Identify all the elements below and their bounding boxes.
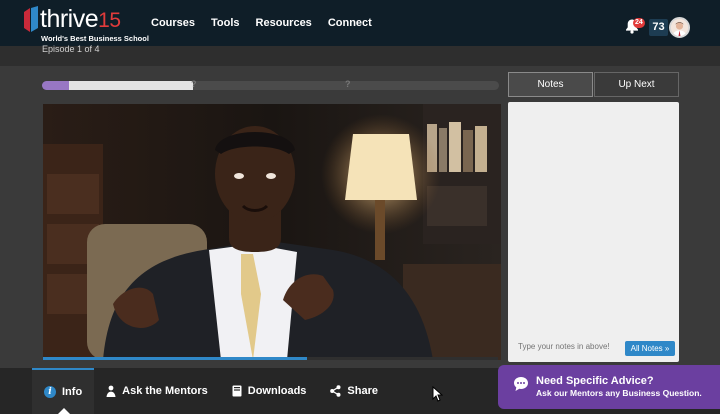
- top-navigation-bar: thrive15 World's Best Business School Co…: [0, 0, 720, 46]
- tab-up-next[interactable]: Up Next: [594, 72, 679, 97]
- active-tab-caret: [58, 408, 70, 414]
- episode-label: Episode 1 of 4: [42, 44, 100, 54]
- chat-icon: [514, 377, 528, 391]
- nav-courses[interactable]: Courses: [151, 17, 195, 29]
- tab-ask-the-mentors[interactable]: Ask the Mentors: [94, 368, 220, 414]
- video-played-fill: [43, 357, 307, 360]
- main-nav: Courses Tools Resources Connect: [151, 0, 372, 46]
- need-advice-banner[interactable]: Need Specific Advice? Ask our Mentors an…: [498, 365, 720, 409]
- user-avatar[interactable]: [669, 17, 690, 38]
- info-icon: i: [44, 386, 56, 398]
- video-frame: [43, 104, 501, 360]
- book-icon: [232, 385, 242, 397]
- bottom-tabs: i Info Ask the Mentors Downloads Share: [32, 368, 390, 414]
- nav-resources[interactable]: Resources: [256, 17, 312, 29]
- notes-input[interactable]: [518, 342, 626, 351]
- episode-progress-bar[interactable]: [42, 81, 499, 90]
- logo-wordmark: thrive15: [40, 5, 121, 33]
- book-logo-icon: [24, 6, 38, 32]
- notification-count-badge: 24: [633, 18, 645, 28]
- tab-downloads[interactable]: Downloads: [220, 368, 319, 414]
- person-icon: [106, 385, 116, 397]
- logo-tagline: World's Best Business School: [41, 34, 149, 43]
- thrive15-logo[interactable]: thrive15 World's Best Business School: [24, 4, 149, 44]
- all-notes-button[interactable]: All Notes »: [625, 341, 675, 356]
- video-scrubber[interactable]: [43, 357, 498, 360]
- tab-ask-the-mentors-label: Ask the Mentors: [122, 385, 208, 397]
- mouse-cursor-icon: [432, 386, 443, 402]
- progress-marker-unknown: ?: [191, 79, 197, 89]
- tab-share-label: Share: [347, 385, 378, 397]
- video-player[interactable]: [43, 104, 501, 360]
- progress-current-episode: [69, 81, 193, 90]
- progress-marker-unknown: ?: [345, 79, 351, 89]
- tab-info-label: Info: [62, 386, 83, 398]
- episode-strip: [0, 46, 720, 66]
- tab-downloads-label: Downloads: [247, 385, 307, 397]
- notes-panel: All Notes »: [508, 102, 679, 362]
- side-panel-tabs: Notes Up Next: [508, 72, 679, 97]
- share-icon: [330, 385, 341, 397]
- nav-connect[interactable]: Connect: [328, 17, 372, 29]
- advice-title: Need Specific Advice?: [536, 375, 654, 387]
- tab-share[interactable]: Share: [318, 368, 390, 414]
- nav-tools[interactable]: Tools: [211, 17, 240, 29]
- tab-notes[interactable]: Notes: [508, 72, 593, 97]
- points-badge[interactable]: 73: [649, 19, 668, 36]
- user-portrait-icon: [671, 19, 688, 36]
- progress-completed: [42, 81, 70, 90]
- advice-subtitle: Ask our Mentors any Business Question.: [536, 388, 702, 398]
